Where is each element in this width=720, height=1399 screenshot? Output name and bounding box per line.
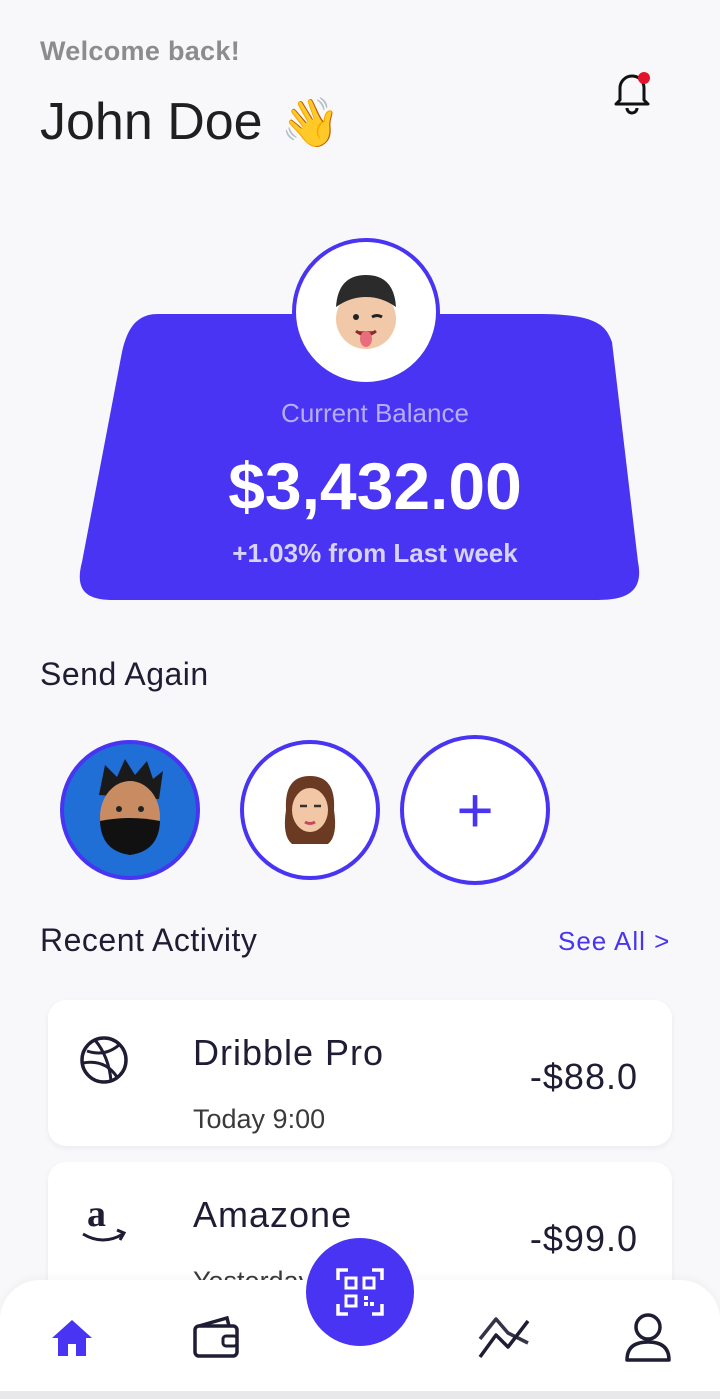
transaction-item[interactable]: Dribble Pro Today 9:00 -$88.0	[48, 1000, 672, 1146]
svg-text:a: a	[87, 1196, 106, 1235]
transaction-name: Amazone	[193, 1194, 353, 1235]
contact-avatar-2[interactable]	[240, 740, 380, 880]
transaction-amount: -$88.0	[529, 1056, 638, 1097]
stats-icon[interactable]	[476, 1310, 532, 1366]
see-all-link[interactable]: See All >	[558, 926, 670, 957]
recent-activity-title: Recent Activity	[40, 922, 258, 958]
transaction-name: Dribble Pro	[193, 1032, 385, 1073]
home-icon[interactable]	[44, 1310, 100, 1366]
balance-change: +1.03% from Last week	[232, 538, 518, 568]
bell-icon[interactable]	[608, 64, 656, 116]
transaction-amount: -$99.0	[529, 1218, 638, 1259]
amazon-icon: a	[78, 1196, 130, 1248]
wave-emoji: 👋	[280, 96, 341, 150]
add-contact-button[interactable]: +	[400, 735, 550, 885]
system-bar	[0, 1391, 720, 1399]
balance-label: Current Balance	[281, 398, 469, 428]
user-avatar[interactable]	[292, 238, 440, 386]
dribbble-icon	[78, 1034, 130, 1086]
welcome-text: Welcome back!	[40, 36, 240, 66]
plus-icon: +	[456, 774, 494, 846]
send-again-title: Send Again	[40, 656, 209, 692]
balance-amount: $3,432.00	[228, 449, 522, 523]
qr-scan-icon[interactable]	[306, 1238, 414, 1346]
wallet-icon[interactable]	[188, 1310, 244, 1366]
transaction-time: Today 9:00	[193, 1104, 326, 1134]
user-name: John Doe	[40, 93, 263, 151]
profile-icon[interactable]	[620, 1310, 676, 1366]
contact-avatar-1[interactable]	[60, 740, 200, 880]
user-greeting: John Doe 👋	[40, 92, 340, 152]
